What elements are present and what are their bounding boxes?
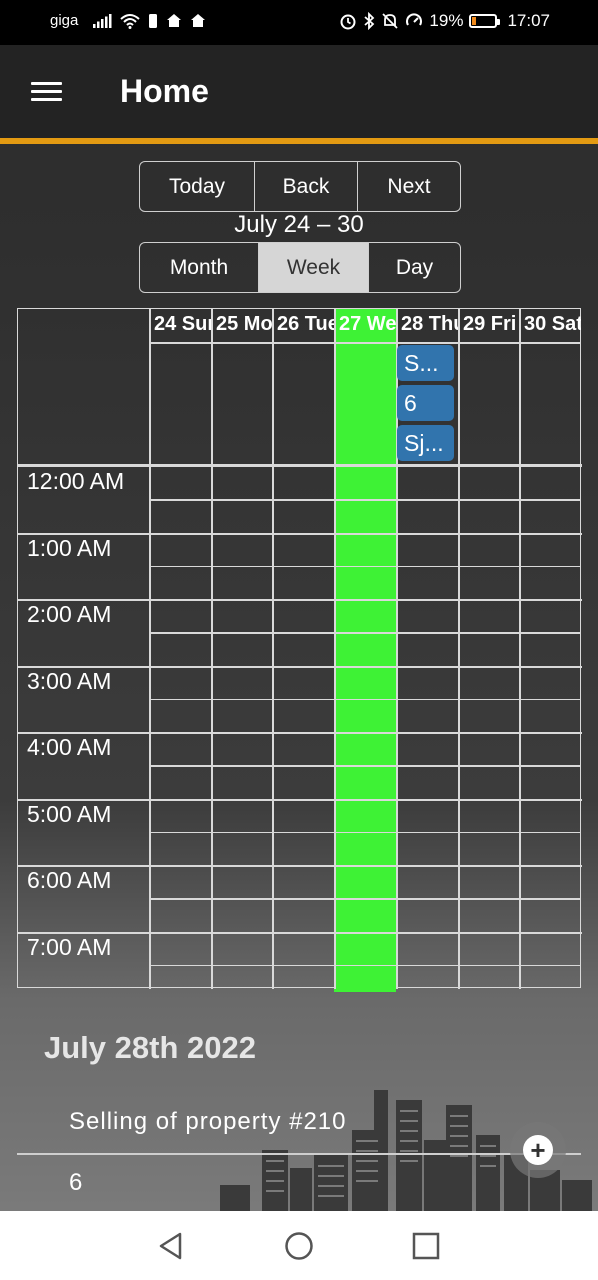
week-grid: 24 Sun25 Mon26 Tue27 Wed28 Thu29 Fri30 S… bbox=[17, 308, 582, 992]
nav-toolbar: Today Back Next bbox=[139, 161, 461, 212]
event-chip[interactable]: S... bbox=[397, 345, 454, 381]
menu-icon[interactable] bbox=[31, 82, 63, 102]
alarm-icon bbox=[340, 14, 356, 30]
day-header[interactable]: 27 Wed bbox=[334, 309, 396, 342]
time-label: 12:00 AM bbox=[27, 468, 125, 494]
status-left: giga bbox=[50, 12, 206, 29]
page-title: Home bbox=[120, 73, 209, 109]
add-event-button[interactable]: + bbox=[510, 1122, 566, 1178]
header-divider bbox=[149, 342, 581, 344]
half-hour-line bbox=[149, 565, 581, 567]
half-hour-line bbox=[149, 698, 581, 700]
grid-column-line bbox=[211, 309, 213, 989]
system-nav-bar bbox=[0, 1211, 598, 1280]
grid-column-line bbox=[519, 309, 521, 989]
home-automation-icon bbox=[167, 14, 182, 27]
time-label: 6:00 AM bbox=[27, 867, 112, 893]
mute-icon bbox=[382, 13, 399, 29]
clock: 17:07 bbox=[507, 11, 550, 30]
app-bar: Home bbox=[0, 45, 598, 144]
wifi-icon bbox=[120, 13, 141, 29]
carrier-label: giga bbox=[50, 12, 79, 29]
day-header[interactable]: 24 Sun bbox=[149, 309, 211, 342]
agenda-item[interactable]: 6 bbox=[69, 1169, 83, 1197]
grid-column-line bbox=[272, 309, 274, 989]
bluetooth-icon bbox=[364, 12, 375, 30]
home-automation-icon-2 bbox=[191, 14, 206, 27]
half-hour-line bbox=[149, 964, 581, 966]
event-chip[interactable]: 6 bbox=[397, 385, 454, 421]
day-view-button[interactable]: Day bbox=[369, 243, 460, 292]
half-hour-line bbox=[149, 499, 581, 501]
half-hour-line bbox=[149, 765, 581, 767]
week-view-button[interactable]: Week bbox=[259, 243, 369, 292]
month-view-button[interactable]: Month bbox=[140, 243, 259, 292]
agenda-date: July 28th 2022 bbox=[44, 1030, 256, 1065]
day-header[interactable]: 26 Tue bbox=[272, 309, 334, 342]
plus-icon: + bbox=[523, 1135, 553, 1165]
status-right: 19% 17:07 bbox=[339, 11, 550, 31]
day-header[interactable]: 30 Sat bbox=[519, 309, 581, 342]
half-hour-line bbox=[149, 831, 581, 833]
date-range-label: July 24 – 30 bbox=[234, 211, 364, 238]
time-label: 7:00 AM bbox=[27, 933, 112, 960]
day-header[interactable]: 29 Fri bbox=[458, 309, 519, 342]
agenda-divider bbox=[17, 1153, 581, 1155]
home-nav-icon[interactable] bbox=[282, 1229, 316, 1263]
signal-icon bbox=[93, 13, 112, 28]
today-button[interactable]: Today bbox=[140, 162, 255, 211]
allday-divider bbox=[18, 464, 582, 467]
time-label: 1:00 AM bbox=[27, 534, 112, 561]
grid-column-line bbox=[149, 309, 151, 989]
battery-percent: 19% bbox=[429, 11, 464, 30]
back-nav-icon[interactable] bbox=[154, 1229, 188, 1263]
recents-nav-icon[interactable] bbox=[409, 1229, 443, 1263]
status-bar: giga 19% 17:07 bbox=[0, 0, 598, 45]
half-hour-line bbox=[149, 632, 581, 634]
time-label: 5:00 AM bbox=[27, 800, 112, 827]
day-header[interactable]: 25 Mon bbox=[211, 309, 272, 342]
event-chip[interactable]: Sj... bbox=[397, 425, 454, 461]
battery-icon bbox=[469, 14, 501, 28]
agenda-item[interactable]: Selling of property #210 bbox=[69, 1108, 347, 1136]
view-switcher: Month Week Day bbox=[139, 242, 461, 293]
half-hour-line bbox=[149, 898, 581, 900]
data-saver-icon bbox=[406, 13, 423, 26]
time-label: 3:00 AM bbox=[27, 667, 112, 694]
time-label: 2:00 AM bbox=[27, 601, 112, 627]
grid-column-line bbox=[458, 309, 460, 989]
next-button[interactable]: Next bbox=[358, 162, 460, 211]
sim-icon bbox=[149, 13, 158, 28]
time-label: 4:00 AM bbox=[27, 734, 112, 760]
day-header[interactable]: 28 Thu bbox=[396, 309, 458, 342]
grid-column-line bbox=[334, 309, 336, 989]
back-button[interactable]: Back bbox=[255, 162, 358, 211]
